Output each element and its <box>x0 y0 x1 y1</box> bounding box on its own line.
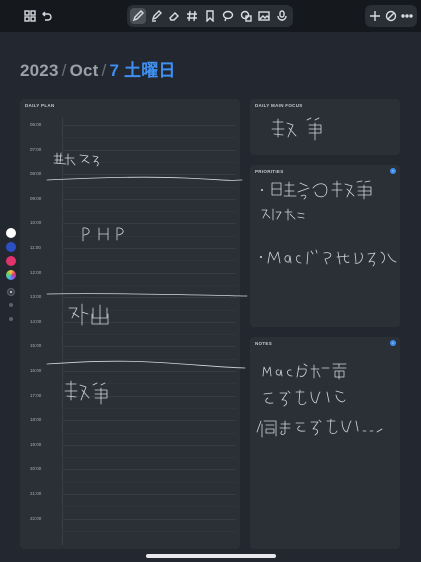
undo-icon[interactable] <box>38 8 54 24</box>
shapes-icon[interactable] <box>238 8 254 24</box>
right-tool-group <box>365 5 417 27</box>
hour-line <box>62 223 236 225</box>
half-hour-line <box>62 211 236 213</box>
half-hour-line <box>62 284 236 286</box>
notes-card[interactable]: NOTES • <box>250 337 400 549</box>
daily-main-focus-title: DAILY MAIN FOCUS <box>255 103 303 108</box>
hour-line <box>62 469 236 471</box>
daily-plan-card[interactable]: DAILY PLAN 06:00 07:00 08:00 09:00 10:00 11:0… <box>20 99 240 549</box>
hour-label: 08:00 <box>30 171 42 177</box>
hour-line <box>62 494 236 495</box>
hour-label: 21:00 <box>30 491 42 496</box>
add-icon[interactable] <box>367 8 383 24</box>
color-swatch-blue[interactable] <box>6 242 16 252</box>
hour-line <box>62 198 236 200</box>
header-separator: / <box>61 61 67 80</box>
hour-label: 11:00 <box>30 245 41 250</box>
hour-line <box>62 297 236 299</box>
hour-line <box>62 272 236 274</box>
color-swatch-rainbow[interactable] <box>6 270 16 280</box>
hashtag-icon[interactable] <box>184 8 200 24</box>
hour-line <box>62 420 236 422</box>
half-hour-line <box>62 383 236 385</box>
daily-main-focus-card[interactable]: DAILY MAIN FOCUS <box>250 99 400 155</box>
pen-icon[interactable] <box>130 8 146 24</box>
half-hour-line <box>62 186 236 188</box>
hour-line <box>62 149 236 151</box>
half-hour-line <box>62 530 236 532</box>
stroke-size-medium[interactable] <box>9 303 13 307</box>
image-icon[interactable] <box>256 8 272 24</box>
hour-line <box>62 174 236 176</box>
header-day[interactable]: 7 土曜日 <box>109 61 175 80</box>
no-hide-icon[interactable] <box>383 8 399 24</box>
hour-label: 22:00 <box>30 515 42 521</box>
hour-label: 20:00 <box>30 466 42 472</box>
top-toolbar <box>0 0 421 32</box>
color-swatch-white[interactable] <box>6 228 16 238</box>
half-hour-line <box>62 235 236 237</box>
half-hour-line <box>62 506 236 508</box>
notes-title: NOTES <box>255 341 273 346</box>
half-hour-line <box>62 407 236 409</box>
hour-label: 16:00 <box>30 368 42 373</box>
microphone-icon[interactable] <box>274 8 290 24</box>
daily-plan-title: DAILY PLAN <box>25 103 55 108</box>
hour-label: 19:00 <box>30 441 42 447</box>
eraser-icon[interactable] <box>166 8 182 24</box>
hour-label: 17:00 <box>30 392 42 398</box>
color-swatch-pink[interactable] <box>6 256 16 266</box>
hour-label: 10:00 <box>30 220 42 226</box>
header-year[interactable]: 2023 <box>20 61 59 80</box>
priorities-title: PRIORITIES <box>255 169 284 174</box>
hour-line <box>62 395 236 397</box>
hour-label: 14:00 <box>30 318 42 324</box>
hour-label: 06:00 <box>30 122 42 127</box>
header-separator: / <box>101 61 107 80</box>
stroke-size-selected[interactable] <box>7 288 15 296</box>
more-icon[interactable] <box>399 8 415 24</box>
hour-label: 12:00 <box>30 269 42 275</box>
hour-label: 18:00 <box>30 417 42 423</box>
hour-line <box>62 518 236 520</box>
home-indicator[interactable] <box>146 554 276 558</box>
notes-badge[interactable]: • <box>390 340 396 346</box>
half-hour-line <box>62 260 236 262</box>
half-hour-line <box>62 137 236 139</box>
hour-line <box>62 248 236 249</box>
priorities-badge[interactable]: • <box>390 168 396 174</box>
page-title: 2023/Oct/7 土曜日 <box>20 56 176 81</box>
priorities-card[interactable]: PRIORITIES • <box>250 165 400 327</box>
half-hour-line <box>62 432 236 434</box>
hour-label: 09:00 <box>30 195 42 201</box>
hour-line <box>62 346 236 348</box>
stroke-size-large[interactable] <box>9 317 13 321</box>
hour-line <box>62 444 236 446</box>
hour-line <box>62 371 236 372</box>
half-hour-line <box>62 334 236 336</box>
hour-line <box>62 125 236 126</box>
highlighter-icon[interactable] <box>148 8 164 24</box>
half-hour-line <box>62 309 236 311</box>
half-hour-line <box>62 161 236 163</box>
half-hour-line <box>62 481 236 483</box>
tool-group <box>127 5 293 27</box>
header-month[interactable]: Oct <box>70 61 99 80</box>
hour-label: 07:00 <box>30 146 42 152</box>
hour-label: 13:00 <box>30 294 42 300</box>
half-hour-line <box>62 457 236 459</box>
bookmark-icon[interactable] <box>202 8 218 24</box>
lasso-icon[interactable] <box>220 8 236 24</box>
hour-line <box>62 321 236 323</box>
hour-label: 15:00 <box>30 343 42 349</box>
half-hour-line <box>62 358 236 360</box>
apps-grid-icon[interactable] <box>22 8 38 24</box>
